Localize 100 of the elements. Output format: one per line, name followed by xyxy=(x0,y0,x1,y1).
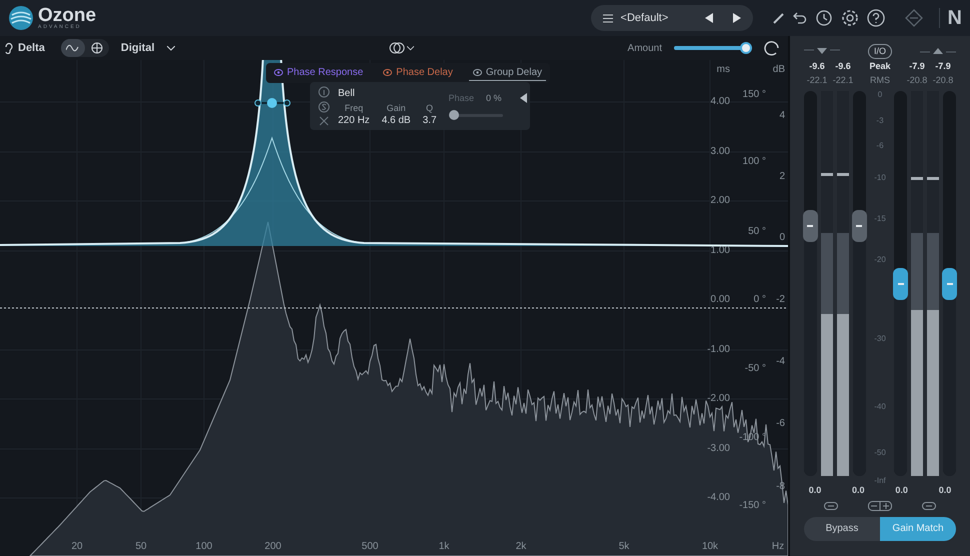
parameter-label: Gain xyxy=(386,104,406,113)
scale-label: -50 xyxy=(873,448,887,456)
fader-thumb[interactable] xyxy=(852,210,867,242)
rms-reading: -20.8 xyxy=(906,74,928,86)
io-button[interactable]: I/O xyxy=(868,44,892,58)
db-axis-label: -4 xyxy=(776,357,785,367)
scale-label: -40 xyxy=(873,403,887,411)
preset-name: <Default> xyxy=(620,10,670,26)
settings-icon[interactable] xyxy=(840,9,859,27)
brand-logo: N xyxy=(938,8,962,28)
bypass-button[interactable]: Bypass xyxy=(804,516,880,540)
close-icon[interactable] xyxy=(319,116,329,126)
filter-shape-dropdown[interactable]: Bell xyxy=(338,86,437,101)
frequency-axis-label: 10k xyxy=(702,542,718,552)
amount-thumb[interactable] xyxy=(740,42,752,54)
logo-icon xyxy=(8,5,34,31)
peak-reading: -7.9 xyxy=(908,60,926,73)
collapse-input-icon[interactable] xyxy=(804,47,840,55)
link-icon[interactable] xyxy=(868,500,892,510)
gain-fader[interactable] xyxy=(943,91,956,476)
gain-fader[interactable] xyxy=(894,91,907,476)
globe-icon xyxy=(90,42,103,54)
reset-icon[interactable] xyxy=(764,40,780,56)
history-icon[interactable] xyxy=(814,9,833,27)
frequency-axis-label: 2k xyxy=(516,542,526,552)
band-handle[interactable] xyxy=(254,98,290,108)
delta-button[interactable]: Delta xyxy=(18,40,45,56)
eye-icon xyxy=(274,69,283,76)
legend-toggle[interactable]: Phase Response xyxy=(270,65,368,81)
scale-label: -3 xyxy=(875,117,885,125)
caret-icon xyxy=(166,46,175,50)
phase-value: 0 % xyxy=(486,92,502,106)
phase-thumb[interactable] xyxy=(448,110,459,120)
db-axis-label: 0 xyxy=(779,233,785,243)
ms-axis-label: -4.00 xyxy=(707,493,730,503)
eye-icon xyxy=(472,69,482,76)
amount-slider[interactable] xyxy=(674,42,752,54)
scale-label: -20 xyxy=(873,256,887,264)
frequency-axis-label: Hz xyxy=(772,542,784,552)
stereo-mode-button[interactable] xyxy=(388,42,414,54)
rms-label: RMS xyxy=(870,74,890,86)
parameter-label: Freq xyxy=(344,104,364,113)
db-axis-label: -2 xyxy=(776,295,785,305)
db-axis-label: 2 xyxy=(779,172,785,182)
parameter-label: Q xyxy=(426,104,434,113)
gain-value[interactable]: 0.0 xyxy=(934,484,956,498)
preset-bar[interactable]: <Default> xyxy=(590,5,753,31)
previous-icon[interactable] xyxy=(704,13,713,23)
ms-axis-label: -1.00 xyxy=(707,345,730,355)
degree-axis-label: -150 ° xyxy=(739,501,766,511)
frequency-axis-label: 500 xyxy=(362,542,378,552)
solo-icon[interactable] xyxy=(318,101,330,113)
legend-toggle[interactable]: Phase Delay xyxy=(379,65,457,81)
fader-thumb[interactable] xyxy=(802,210,818,242)
ms-axis-label: 0.00 xyxy=(710,295,730,305)
peak-reading: -7.9 xyxy=(934,60,952,73)
info-icon[interactable] xyxy=(318,86,330,98)
next-icon[interactable] xyxy=(732,13,741,23)
peak-reading: -9.6 xyxy=(808,60,826,73)
degree-axis-label: -50 ° xyxy=(744,364,766,374)
ms-axis-label: -2.00 xyxy=(707,394,730,404)
peak-label: Peak xyxy=(869,60,890,73)
gain-value[interactable]: 0.0 xyxy=(804,484,826,498)
frequency-axis-label: 50 xyxy=(135,542,147,552)
fader-thumb[interactable] xyxy=(893,268,908,300)
ms-axis-label: 4.00 xyxy=(710,97,730,107)
frequency-axis-label: 20 xyxy=(71,542,83,552)
ms-axis-label: -3.00 xyxy=(707,444,730,454)
scale-label: 0 xyxy=(876,91,884,99)
scale-label: -6 xyxy=(875,142,885,150)
rms-reading: -22.1 xyxy=(832,74,854,86)
diamond-icon[interactable] xyxy=(904,9,923,27)
rms-reading: -22.1 xyxy=(806,74,828,86)
frequency-axis-label: 200 xyxy=(264,542,282,552)
collapse-output-icon[interactable] xyxy=(920,47,956,55)
link-icon[interactable] xyxy=(922,502,936,510)
degree-axis-label: 50 ° xyxy=(748,227,766,237)
gain-value[interactable]: 0.0 xyxy=(847,484,870,498)
parameter-value[interactable]: 220 Hz xyxy=(338,116,370,126)
rms-reading: -20.8 xyxy=(932,74,954,86)
eq-graph[interactable] xyxy=(0,60,788,556)
pencil-icon[interactable] xyxy=(772,12,785,24)
phase-slider[interactable] xyxy=(448,110,503,120)
fader-thumb[interactable] xyxy=(942,268,957,300)
parameter-value[interactable]: 4.6 dB xyxy=(382,116,411,126)
phase-label: Phase xyxy=(448,92,474,106)
ms-axis-label: 1.00 xyxy=(710,246,730,256)
gain-value[interactable]: 0.0 xyxy=(890,484,913,498)
parameter-value[interactable]: 3.7 xyxy=(422,116,437,126)
mode-dropdown[interactable]: Digital xyxy=(120,40,175,56)
degree-axis-label: 150 ° xyxy=(742,90,766,100)
scale-label: -15 xyxy=(873,214,887,222)
legend-toggle[interactable]: Group Delay xyxy=(468,65,546,81)
link-icon[interactable] xyxy=(824,502,838,510)
collapse-arrow-icon[interactable] xyxy=(520,93,527,103)
frequency-axis-label: 5k xyxy=(618,542,630,552)
ms-axis-label: 3.00 xyxy=(710,147,730,157)
help-icon[interactable] xyxy=(866,9,885,27)
waveform-toggle[interactable] xyxy=(60,39,85,57)
undo-icon[interactable] xyxy=(792,12,807,24)
